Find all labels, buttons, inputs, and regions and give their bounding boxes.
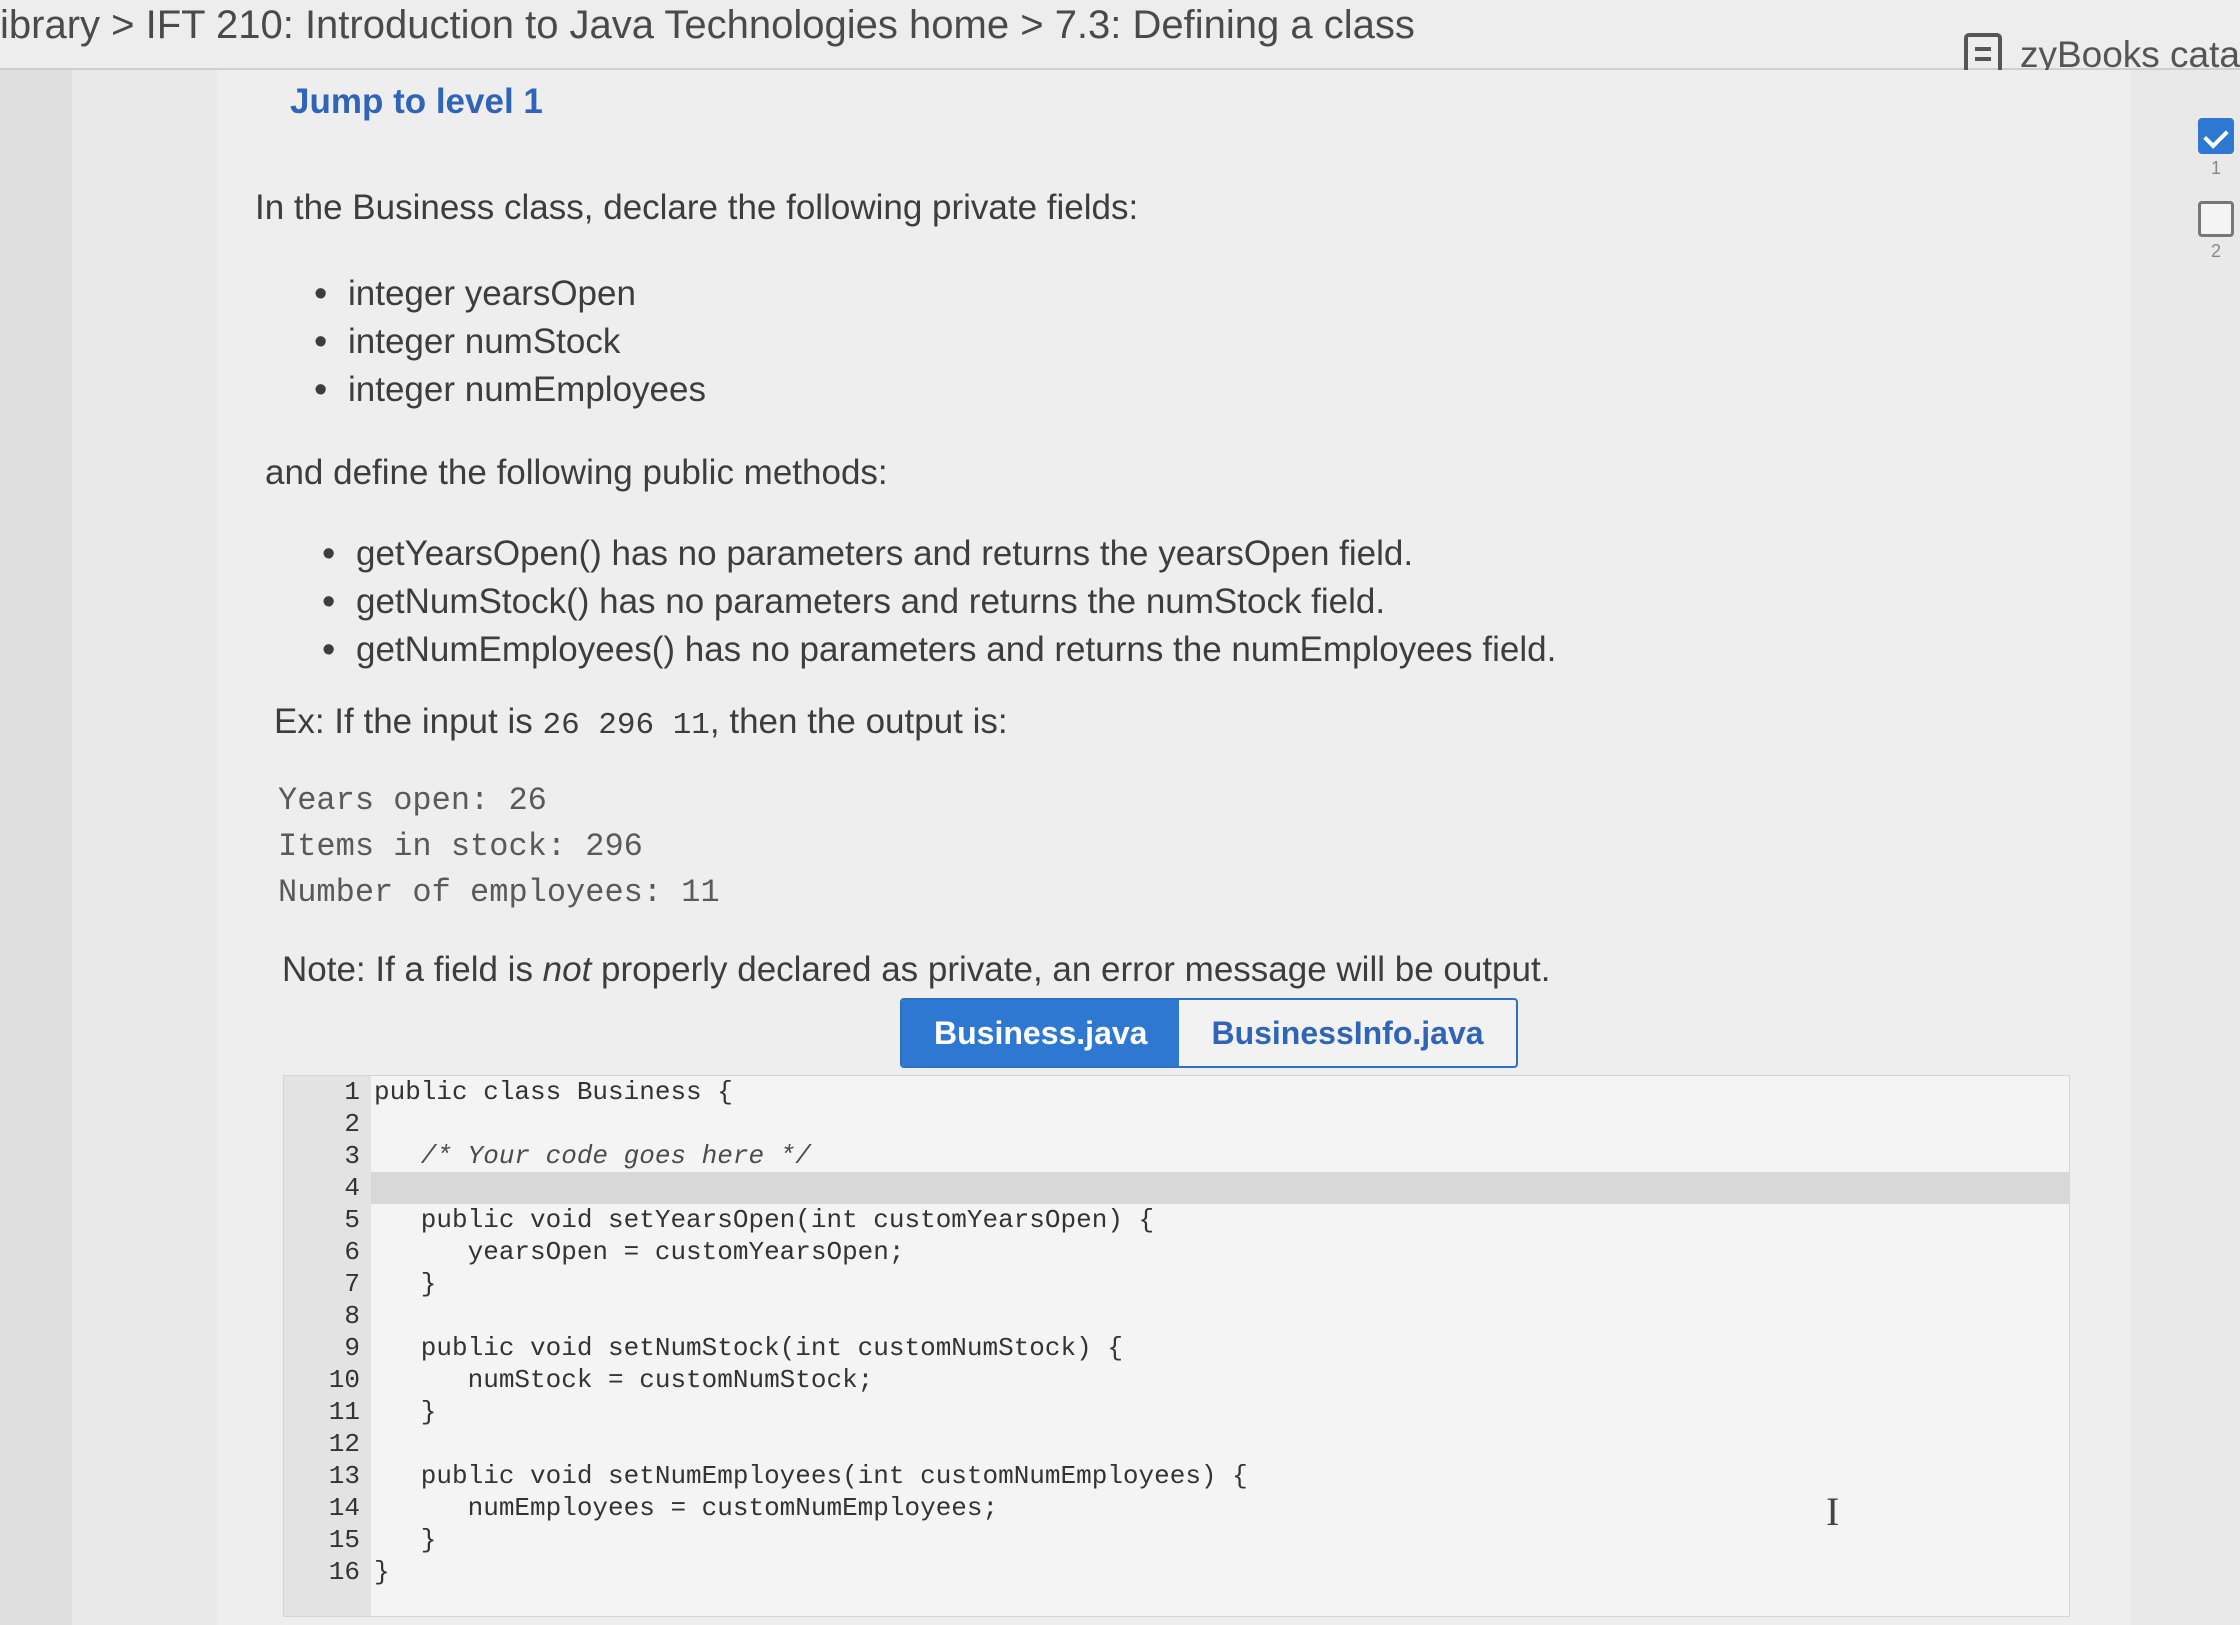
code-line[interactable]: 16} — [284, 1556, 390, 1588]
code-line[interactable]: 13 public void setNumEmployees(int custo… — [284, 1460, 1248, 1492]
line-number: 1 — [344, 1077, 360, 1107]
line-number: 8 — [344, 1301, 360, 1331]
tab-businessinfo-java[interactable]: BusinessInfo.java — [1179, 1000, 1515, 1066]
note-text: Note: If a field is not properly declare… — [282, 950, 1550, 990]
left-panel — [72, 70, 217, 1625]
code-line[interactable]: 11 } — [284, 1396, 437, 1428]
example-suffix: , then the output is: — [709, 702, 1008, 741]
line-number: 15 — [328, 1525, 360, 1555]
line-number: 3 — [344, 1141, 360, 1171]
code-line[interactable]: 12 — [284, 1428, 374, 1460]
level-rail — [2130, 70, 2240, 1625]
list-item: integer numEmployees — [314, 366, 706, 414]
list-item: integer numStock — [314, 318, 706, 366]
example-text: Ex: If the input is 26 296 11, then the … — [274, 702, 1008, 743]
note-suffix: properly declared as private, an error m… — [591, 950, 1551, 989]
line-number: 11 — [328, 1397, 360, 1427]
methods-intro: and define the following public methods: — [265, 453, 888, 492]
code-line[interactable]: 1 public class Business { — [284, 1076, 733, 1108]
methods-list: getYearsOpen() has no parameters and ret… — [322, 530, 1556, 674]
text-cursor-icon: I — [1826, 1489, 1840, 1534]
line-number: 4 — [344, 1173, 360, 1203]
code-text: public void setNumStock(int customNumSto… — [374, 1333, 1123, 1363]
code-text: /* Your code goes here */ — [374, 1141, 811, 1171]
code-text: } — [374, 1525, 437, 1555]
code-text: } — [374, 1557, 390, 1587]
instructions-intro: In the Business class, declare the follo… — [255, 188, 1139, 227]
line-number: 5 — [344, 1205, 360, 1235]
code-text: public class Business { — [374, 1077, 733, 1107]
level-1-checkbox-icon[interactable] — [2198, 118, 2234, 154]
active-line-highlight — [371, 1172, 2069, 1204]
code-editor[interactable]: 1 public class Business { 2 3 /* Your code … — [283, 1075, 2070, 1617]
code-line[interactable]: 10 numStock = customNumStock; — [284, 1364, 874, 1396]
level-label: 1 — [2210, 158, 2221, 178]
code-text: } — [374, 1397, 437, 1427]
code-text: numEmployees = customNumEmployees; — [374, 1493, 999, 1523]
code-line[interactable]: 9 public void setNumStock(int customNumS… — [284, 1332, 1123, 1364]
example-input: 26 296 11 — [542, 708, 710, 743]
code-text: public void setYearsOpen(int customYears… — [374, 1205, 1155, 1235]
line-number: 16 — [328, 1557, 360, 1587]
output-line: Number of employees: 11 — [278, 874, 720, 911]
output-line: Years open: 26 — [278, 782, 547, 819]
list-item: getYearsOpen() has no parameters and ret… — [322, 530, 1556, 578]
line-number: 13 — [328, 1461, 360, 1491]
code-line[interactable]: 8 — [284, 1300, 374, 1332]
list-item: getNumStock() has no parameters and retu… — [322, 578, 1556, 626]
note-emphasis: not — [542, 950, 592, 989]
code-line[interactable]: 3 /* Your code goes here */ — [284, 1140, 811, 1172]
fields-list: integer yearsOpen integer numStock integ… — [314, 270, 706, 414]
level-2-checkbox-icon[interactable] — [2198, 201, 2234, 237]
output-line: Items in stock: 296 — [278, 828, 643, 865]
code-line[interactable]: 5 public void setYearsOpen(int customYea… — [284, 1204, 1154, 1236]
breadcrumb[interactable]: ibrary > IFT 210: Introduction to Java T… — [0, 0, 1415, 50]
example-prefix: Ex: If the input is — [274, 702, 543, 741]
top-bar: ibrary > IFT 210: Introduction to Java T… — [0, 0, 2240, 77]
line-number: 9 — [344, 1333, 360, 1363]
code-text: } — [374, 1269, 437, 1299]
code-line[interactable]: 2 — [284, 1108, 374, 1140]
note-prefix: Note: If a field is — [282, 950, 543, 989]
line-number: 6 — [344, 1237, 360, 1267]
list-item: integer yearsOpen — [314, 270, 706, 318]
line-number: 14 — [328, 1493, 360, 1523]
left-margin — [0, 70, 72, 1625]
code-line[interactable]: 4 — [284, 1172, 374, 1204]
code-text: yearsOpen = customYearsOpen; — [374, 1237, 905, 1267]
level-progress: 1 2 — [2198, 118, 2240, 284]
code-text: public void setNumEmployees(int customNu… — [374, 1461, 1248, 1491]
code-line[interactable]: 14 numEmployees = customNumEmployees; — [284, 1492, 998, 1524]
code-text: numStock = customNumStock; — [374, 1365, 874, 1395]
level-label: 2 — [2210, 241, 2221, 261]
code-line[interactable]: 15 } — [284, 1524, 437, 1556]
line-number: 10 — [328, 1365, 360, 1395]
list-item: getNumEmployees() has no parameters and … — [322, 626, 1556, 674]
line-number: 7 — [344, 1269, 360, 1299]
line-number: 2 — [344, 1109, 360, 1139]
example-output: Years open: 26 Items in stock: 296 Number … — [278, 778, 720, 916]
file-tabs: Business.java BusinessInfo.java — [900, 998, 1518, 1068]
tab-business-java[interactable]: Business.java — [902, 1000, 1180, 1066]
jump-to-level-link[interactable]: Jump to level 1 — [290, 82, 543, 122]
code-line[interactable]: 6 yearsOpen = customYearsOpen; — [284, 1236, 905, 1268]
code-line[interactable]: 7 } — [284, 1268, 436, 1300]
line-number: 12 — [328, 1429, 360, 1459]
